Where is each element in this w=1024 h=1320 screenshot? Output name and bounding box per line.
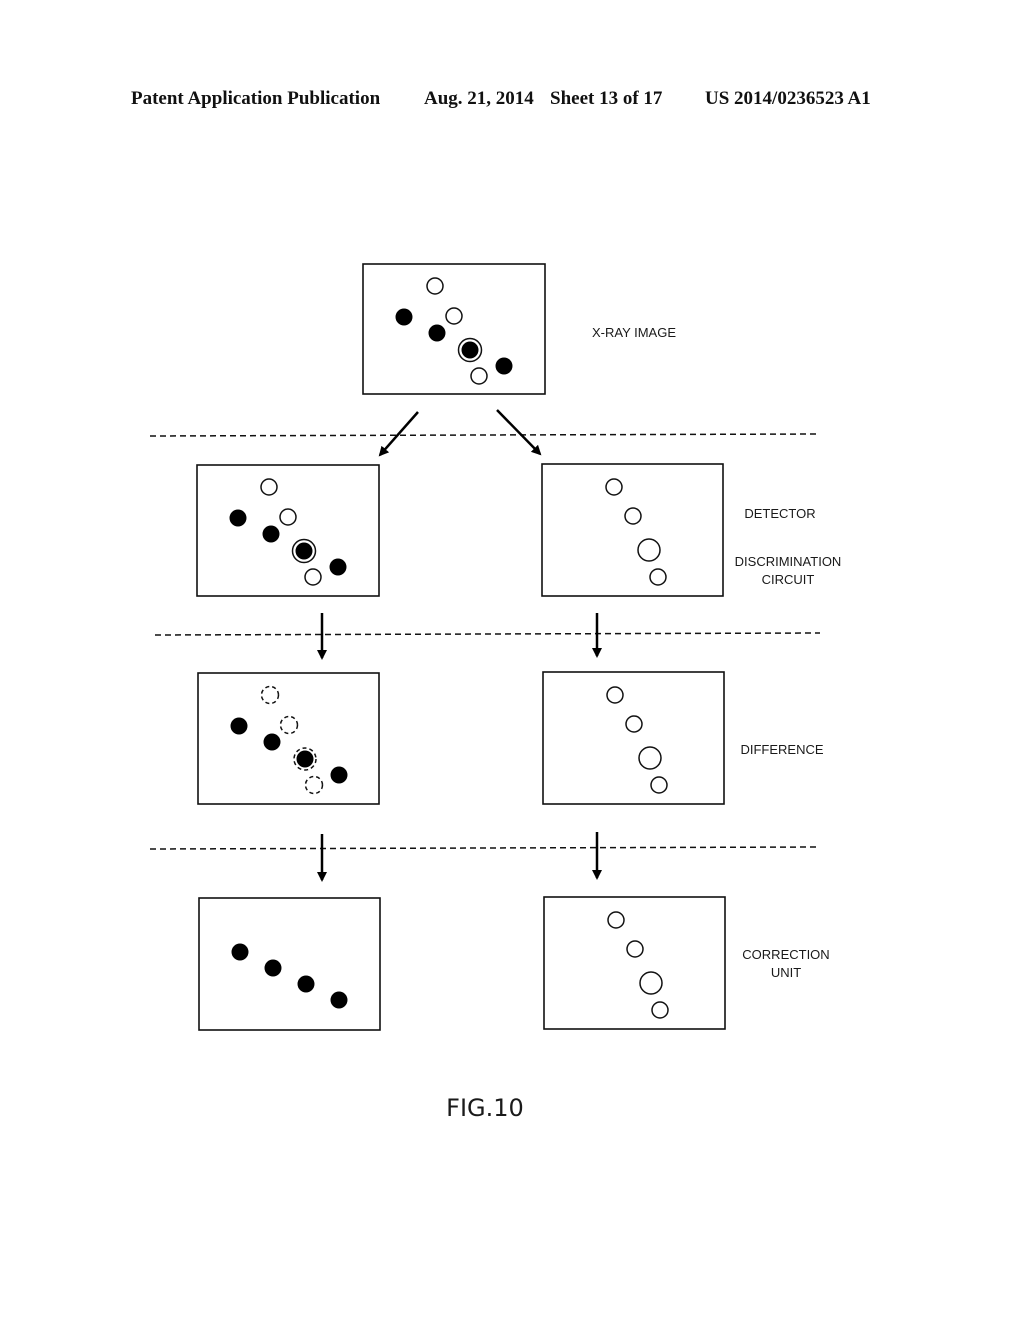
open-circle-dot xyxy=(625,715,643,733)
open-circle-dot xyxy=(626,940,644,958)
panel-left-row1 xyxy=(196,464,380,597)
filled-dot xyxy=(495,357,513,375)
label-difference: DIFFERENCE xyxy=(740,742,823,757)
filled-dot xyxy=(230,717,248,735)
panel-right-row1 xyxy=(541,463,724,597)
panel-right-row3 xyxy=(543,896,726,1030)
open-circle-dot xyxy=(445,307,463,325)
open-circle-dot xyxy=(260,478,278,496)
filled-dot xyxy=(329,558,347,576)
open-circle-dot xyxy=(624,507,642,525)
filled-dot xyxy=(330,991,348,1009)
filled-dot xyxy=(264,959,282,977)
label-xray-image: X-RAY IMAGE xyxy=(592,325,676,340)
panel-xray-image xyxy=(362,263,546,395)
figure-label: FIG.10 xyxy=(446,1094,524,1122)
filled-dot xyxy=(262,525,280,543)
arrow-to-right-panel xyxy=(496,409,542,456)
open-circle-dot xyxy=(639,971,663,995)
open-circle-dot xyxy=(279,508,297,526)
filled-dot xyxy=(428,324,446,342)
panel-left-row3 xyxy=(198,897,381,1031)
separator-line-2 xyxy=(154,632,821,636)
filled-dot xyxy=(295,542,313,560)
arrow-to-left-panel xyxy=(378,411,419,457)
filled-dot xyxy=(296,750,314,768)
open-circle-dot xyxy=(651,1001,669,1019)
panel-frame xyxy=(197,672,380,805)
panel-frame xyxy=(542,671,725,805)
label-discrimination: DISCRIMINATION xyxy=(735,554,842,569)
panel-frame xyxy=(541,463,724,597)
filled-dot xyxy=(263,733,281,751)
open-circle-dot xyxy=(650,776,668,794)
label-correction: CORRECTION xyxy=(742,947,829,962)
panel-frame xyxy=(362,263,546,395)
open-circle-dot xyxy=(426,277,444,295)
filled-dot xyxy=(330,766,348,784)
panel-frame xyxy=(543,896,726,1030)
label-detector: DETECTOR xyxy=(744,506,815,521)
open-circle-dot xyxy=(649,568,667,586)
panel-frame xyxy=(196,464,380,597)
open-circle-dot xyxy=(605,478,623,496)
separator-line-1 xyxy=(149,433,821,437)
label-circuit: CIRCUIT xyxy=(762,572,815,587)
open-circle-dot xyxy=(470,367,488,385)
separator-line-3 xyxy=(149,846,821,850)
open-circle-dot xyxy=(638,746,662,770)
filled-dot xyxy=(231,943,249,961)
panel-frame xyxy=(198,897,381,1031)
open-circle-dot xyxy=(637,538,661,562)
filled-dot xyxy=(395,308,413,326)
filled-dot xyxy=(297,975,315,993)
label-unit: UNIT xyxy=(771,965,801,980)
open-circle-dot xyxy=(304,568,322,586)
panel-left-row2 xyxy=(197,672,380,805)
filled-dot xyxy=(461,341,479,359)
open-circle-dot xyxy=(607,911,625,929)
open-circle-dot xyxy=(606,686,624,704)
filled-dot xyxy=(229,509,247,527)
panel-right-row2 xyxy=(542,671,725,805)
fig10-diagram: X-RAY IMAGE DETECTOR DISCRIMINATION CIRC… xyxy=(149,263,842,1122)
